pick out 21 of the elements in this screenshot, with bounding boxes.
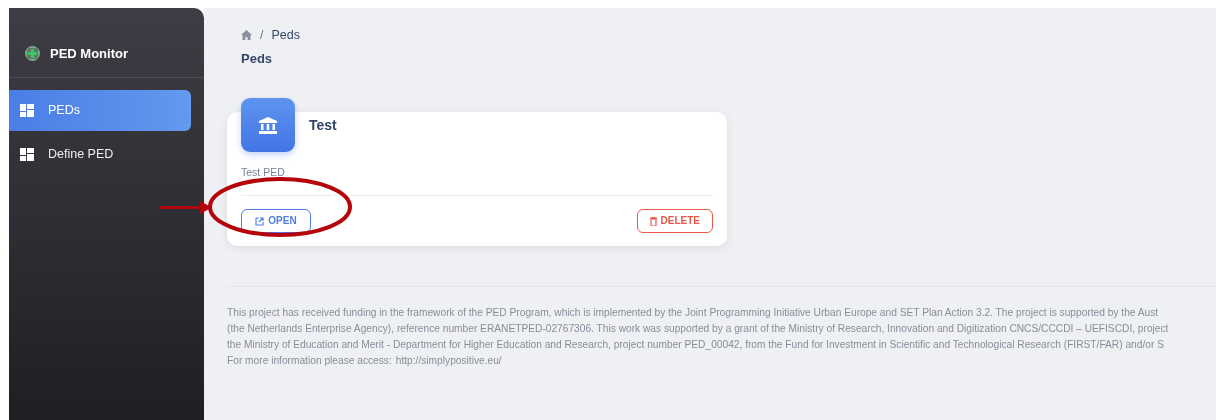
footer-text: the Ministry of Education and Merit - Department for Higher Education and Research, project number PED_00042, from the Fund for Investment in Scientific and Technological Research (FIRST/FAR) and/or S (227, 338, 1165, 352)
delete-button[interactable]: DELETE (636, 209, 713, 233)
open-button[interactable]: OPEN (241, 209, 311, 233)
footer-text: This project has received funding in the framework of the PED Program, which is implemented by the Joint Programming Initiative Urban Europe and SET Plan Action 3.2. The project is supported by the Aust (227, 306, 1160, 320)
footer-text: (the Netherlands Enterprise Agency), reference number ERANETPED-02767306. This work was supported by a grant of the Ministry of Research, Innovation and Digitization CNCS/CCCDI – UEFISCDI, project (227, 322, 1170, 336)
card-title: Test (309, 116, 337, 136)
breadcrumb-separator: / (260, 27, 264, 44)
logo-icon (24, 45, 41, 62)
sidebar-item[interactable]: PEDs (9, 90, 191, 131)
page-title: Peds (241, 49, 274, 68)
website-link[interactable]: http://simplypositive.eu/ (395, 355, 502, 366)
breadcrumb-item[interactable]: Peds (271, 26, 300, 45)
home-icon[interactable] (241, 30, 252, 41)
app-title: PED Monitor (50, 44, 128, 63)
footer-text: For more information please access: (227, 355, 392, 366)
trash-icon (649, 216, 657, 226)
sidebar-item[interactable]: Define PED (9, 134, 191, 175)
external-link-icon (255, 216, 265, 226)
card-description: Test PED (241, 165, 713, 196)
dashboard-icon (20, 148, 34, 161)
dashboard-icon (20, 104, 34, 117)
